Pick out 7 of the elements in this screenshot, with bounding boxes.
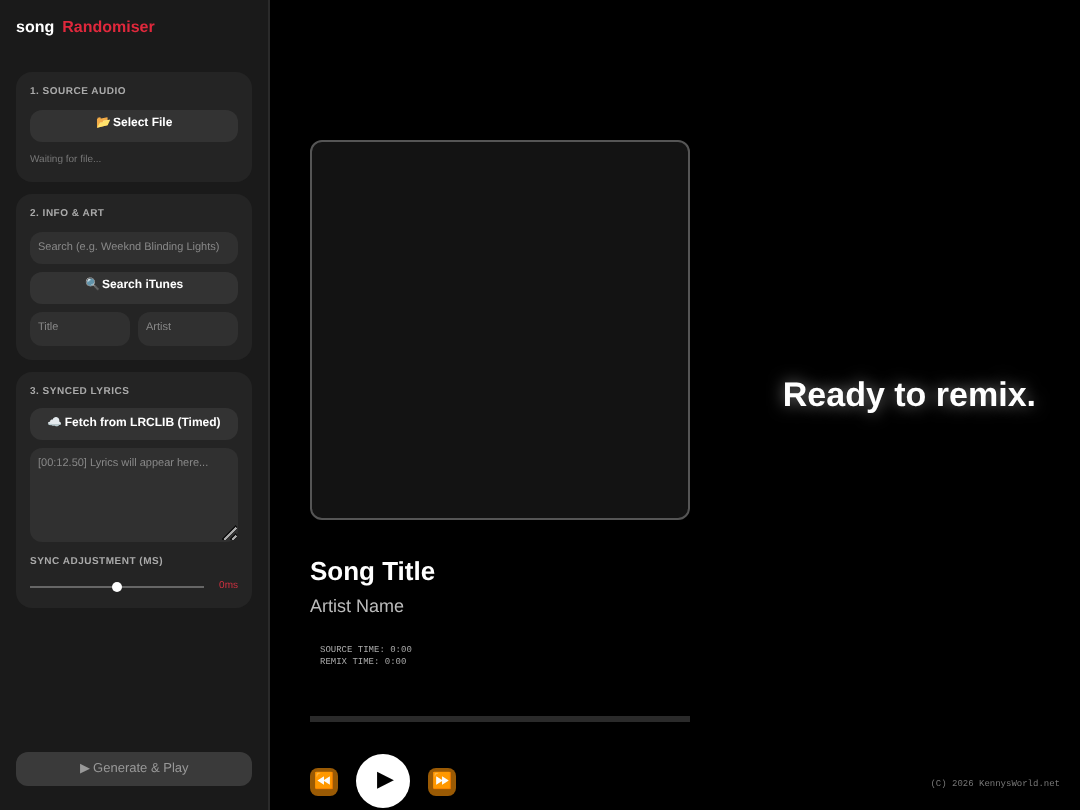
brand-name-accent: Randomiser <box>62 16 155 40</box>
play-button[interactable]: ▶ <box>356 754 410 808</box>
brand-name: song <box>16 16 55 40</box>
status-message: Ready to remix. <box>782 373 1036 418</box>
song-title: Song Title <box>310 554 438 590</box>
slider-thumb[interactable] <box>111 581 122 592</box>
artist-name: Artist Name <box>310 593 407 619</box>
